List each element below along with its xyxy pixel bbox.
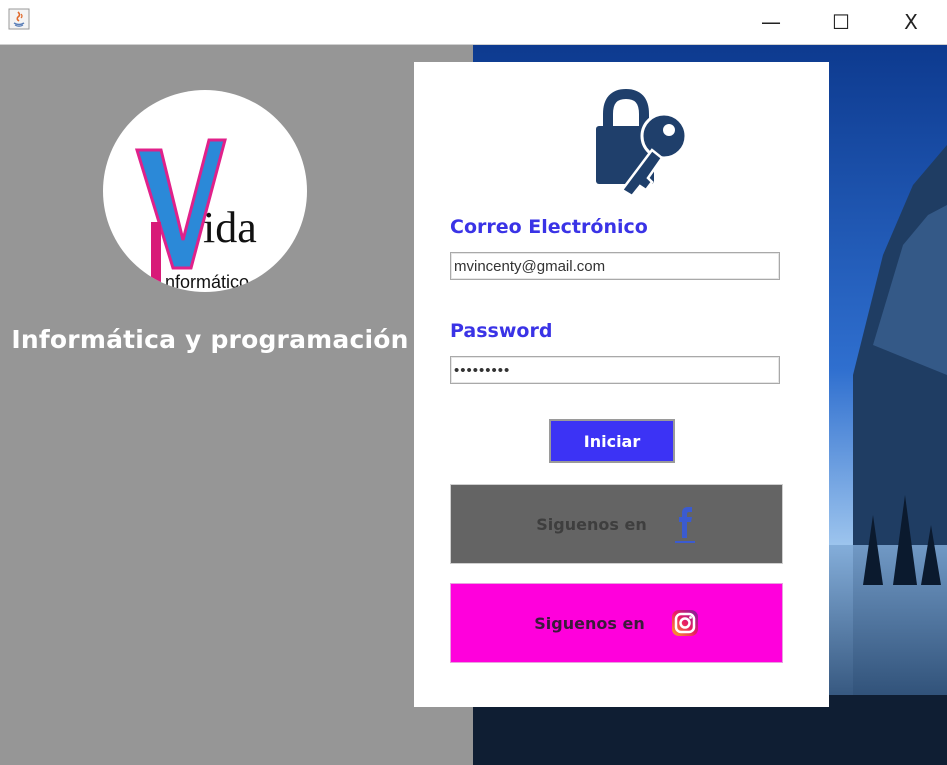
vida-informatico-logo: ida nformático — [103, 90, 307, 292]
svg-text:nformático: nformático — [165, 272, 249, 292]
instagram-follow-button[interactable]: Siguenos en — [450, 583, 783, 663]
instagram-icon — [671, 610, 698, 636]
lock-key-icon — [596, 88, 688, 198]
facebook-icon — [674, 507, 695, 543]
facebook-follow-button[interactable]: Siguenos en — [450, 484, 783, 564]
tagline: Informática y programación — [11, 325, 409, 354]
instagram-follow-label: Siguenos en — [534, 613, 645, 633]
password-label: Password — [450, 320, 553, 342]
logo-graphic: ida nformático — [134, 138, 257, 292]
close-button[interactable]: X — [882, 0, 940, 44]
login-button[interactable]: Iniciar — [549, 419, 675, 463]
facebook-follow-label: Siguenos en — [536, 514, 647, 534]
left-panel: ida nformático Informática y programació… — [0, 45, 473, 765]
svg-text:ida: ida — [203, 203, 257, 252]
email-field[interactable] — [450, 252, 780, 280]
minimize-button[interactable]: — — [742, 0, 800, 44]
email-label: Correo Electrónico — [450, 216, 648, 238]
login-card: Correo Electrónico Password Iniciar Sigu… — [414, 62, 829, 707]
title-bar: — ☐ X — [0, 0, 947, 45]
maximize-button[interactable]: ☐ — [812, 0, 870, 44]
java-app-icon — [8, 8, 30, 30]
password-field[interactable] — [450, 356, 780, 384]
